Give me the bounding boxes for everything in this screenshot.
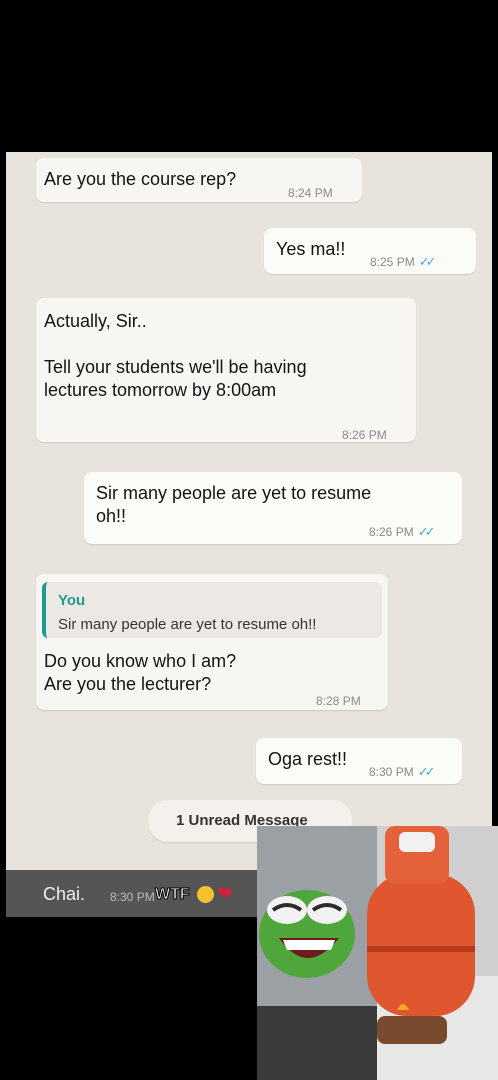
- message-bubble-outgoing[interactable]: Oga rest!! 8:30 PM ✓✓: [256, 738, 462, 784]
- message-text: Chai.: [43, 884, 86, 904]
- meme-illustration: [257, 826, 498, 1080]
- chat-area: Are you the course rep? 8:24 PM Yes ma!!…: [6, 152, 492, 917]
- message-text: Do you know who I am? Are you the lectur…: [44, 651, 237, 694]
- message-bubble-outgoing[interactable]: Yes ma!! 8:25 PM ✓✓: [264, 228, 476, 274]
- message-text: Sir many people are yet to resume oh!!: [96, 483, 372, 526]
- message-time: 8:26 PM ✓✓: [369, 520, 436, 544]
- read-receipt-icon: ✓✓: [417, 764, 436, 779]
- message-time: 8:30 PM ✓✓: [369, 760, 436, 784]
- read-receipt-icon: ✓✓: [417, 524, 436, 539]
- overlay-caption: WTF: [155, 886, 191, 904]
- message-text: Yes ma!!: [276, 239, 346, 259]
- message-time: 8:30 PM: [110, 890, 155, 904]
- message-time: 8:28 PM: [316, 694, 361, 708]
- message-bubble-incoming[interactable]: Are you the course rep? 8:24 PM: [36, 158, 362, 202]
- broken-heart-icon: ❤: [217, 884, 233, 905]
- meme-image: [257, 826, 498, 1080]
- message-time-label: 8:25 PM: [370, 255, 415, 269]
- message-text: Oga rest!!: [268, 749, 348, 769]
- pepe-frog-laughing-icon: [259, 890, 355, 978]
- quoted-message[interactable]: You Sir many people are yet to resume oh…: [42, 582, 382, 638]
- read-receipt-icon: ✓✓: [418, 254, 437, 269]
- message-bubble-outgoing[interactable]: Sir many people are yet to resume oh!! 8…: [84, 472, 462, 544]
- laughing-emoji-icon: [197, 886, 214, 903]
- message-time-label: 8:26 PM: [369, 525, 414, 539]
- quoted-author: You: [58, 592, 86, 609]
- message-time: 8:26 PM: [342, 428, 387, 442]
- message-bubble-incoming[interactable]: Actually, Sir.. Tell your students we'll…: [36, 298, 416, 442]
- message-bubble-reply[interactable]: You Sir many people are yet to resume oh…: [36, 574, 388, 710]
- message-time-label: 8:30 PM: [369, 765, 414, 779]
- quoted-text: Sir many people are yet to resume oh!!: [58, 616, 317, 633]
- message-text: Are you the course rep?: [44, 169, 237, 189]
- message-time: 8:25 PM ✓✓: [370, 250, 437, 274]
- message-time: 8:24 PM: [288, 186, 333, 200]
- message-text: Actually, Sir.. Tell your students we'll…: [44, 311, 307, 400]
